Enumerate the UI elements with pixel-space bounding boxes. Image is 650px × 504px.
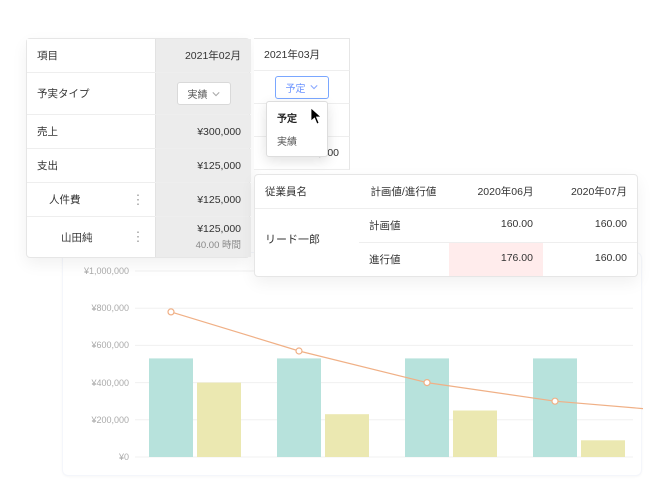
- svg-text:¥1,000,000: ¥1,000,000: [83, 266, 129, 276]
- row-labor: 人件費 ⋮ ¥125,000: [27, 183, 249, 217]
- employee-name-cell: リード一郎: [255, 209, 359, 276]
- label-person-text: 山田純: [61, 230, 93, 245]
- col-header-2020-07: 2020年07月: [544, 175, 638, 208]
- finance-chart: ¥0 ¥200,000 ¥400,000 ¥600,000 ¥800,000 ¥…: [62, 252, 642, 476]
- col-header-2021-02: 2021年02月: [155, 39, 251, 72]
- row-type: 予実タイプ 実績: [27, 73, 249, 115]
- value-spend-2021-02: ¥125,000: [155, 149, 251, 182]
- col-header-employee: 従業員名: [255, 175, 360, 208]
- chart-svg: ¥0 ¥200,000 ¥400,000 ¥600,000 ¥800,000 ¥…: [63, 253, 643, 477]
- label-plan: 計画値: [359, 209, 449, 242]
- row-progress: 進行値 176.00 160.00: [359, 243, 637, 276]
- progress-2020-06: 176.00: [449, 243, 543, 276]
- chevron-down-icon: [310, 83, 318, 91]
- col-header-item: 項目: [27, 39, 155, 72]
- label-progress: 進行値: [359, 243, 449, 276]
- value-labor-2021-02: ¥125,000: [155, 183, 251, 216]
- label-type: 予実タイプ: [27, 73, 155, 114]
- person-amount: ¥125,000: [197, 223, 241, 235]
- svg-text:¥600,000: ¥600,000: [90, 340, 129, 350]
- row-sales: 売上 ¥300,000: [27, 115, 249, 149]
- chevron-down-icon: [212, 90, 220, 98]
- label-labor-text: 人件費: [49, 192, 81, 207]
- table-header-row: 項目 2021年02月: [27, 39, 249, 73]
- progress-2020-07: 160.00: [543, 243, 637, 276]
- plan-2020-06: 160.00: [449, 209, 543, 242]
- bar-group-2: [277, 358, 369, 457]
- row-person: 山田純 ⋮ ¥125,000 40.00 時間: [27, 217, 249, 257]
- label-spend: 支出: [27, 149, 155, 182]
- row-actions-person[interactable]: ⋮: [131, 234, 145, 240]
- cursor-icon: [310, 107, 324, 125]
- employee-name: リード一郎: [255, 209, 359, 269]
- svg-text:¥400,000: ¥400,000: [90, 378, 129, 388]
- employee-plan-progress-table: 従業員名 計画値/進行値 2020年06月 2020年07月 リード一郎 計画値…: [254, 174, 638, 277]
- label-labor: 人件費 ⋮: [27, 183, 155, 216]
- value-person-2021-02: ¥125,000 40.00 時間: [155, 217, 251, 257]
- row-spend: 支出 ¥125,000: [27, 149, 249, 183]
- y-axis-labels: ¥0 ¥200,000 ¥400,000 ¥600,000 ¥800,000 ¥…: [83, 266, 129, 462]
- type-cell-2021-03: 予定 予定 実績: [254, 71, 350, 104]
- bar-group-4: [533, 358, 625, 457]
- type-select-plan-label: 予定: [286, 80, 306, 95]
- value-sales-2021-02: ¥300,000: [155, 115, 251, 148]
- col-header-2021-03: 2021年03月: [254, 38, 350, 71]
- type-select-plan[interactable]: 予定: [275, 76, 329, 99]
- row-actions-labor[interactable]: ⋮: [131, 197, 145, 203]
- svg-text:¥800,000: ¥800,000: [90, 303, 129, 313]
- col-header-plan-progress: 計画値/進行値: [360, 175, 450, 208]
- type-cell-2021-02: 実績: [155, 73, 251, 114]
- type-select-label: 実績: [188, 86, 208, 101]
- label-sales: 売上: [27, 115, 155, 148]
- svg-text:¥200,000: ¥200,000: [90, 415, 129, 425]
- bar-group-1: [149, 358, 241, 457]
- svg-text:¥0: ¥0: [118, 452, 129, 462]
- dropdown-option-actual[interactable]: 実績: [267, 129, 327, 152]
- table-header-row: 従業員名 計画値/進行値 2020年06月 2020年07月: [255, 175, 637, 209]
- plan-2020-07: 160.00: [543, 209, 637, 242]
- person-hours: 40.00 時間: [196, 237, 241, 251]
- type-select-actual[interactable]: 実績: [177, 82, 231, 105]
- bar-group-3: [405, 358, 497, 457]
- col-header-2020-06: 2020年06月: [450, 175, 544, 208]
- employee-row-group: リード一郎 計画値 160.00 160.00 進行値 176.00 160.0…: [255, 209, 637, 276]
- row-plan: 計画値 160.00 160.00: [359, 209, 637, 243]
- col-2021-03: 2021年03月 予定 予定 実績 000 ¥125,000: [254, 38, 350, 170]
- budget-actual-table: 項目 2021年02月 予実タイプ 実績 売上 ¥300,000 支出 ¥125…: [26, 38, 250, 258]
- label-person: 山田純 ⋮: [27, 217, 155, 257]
